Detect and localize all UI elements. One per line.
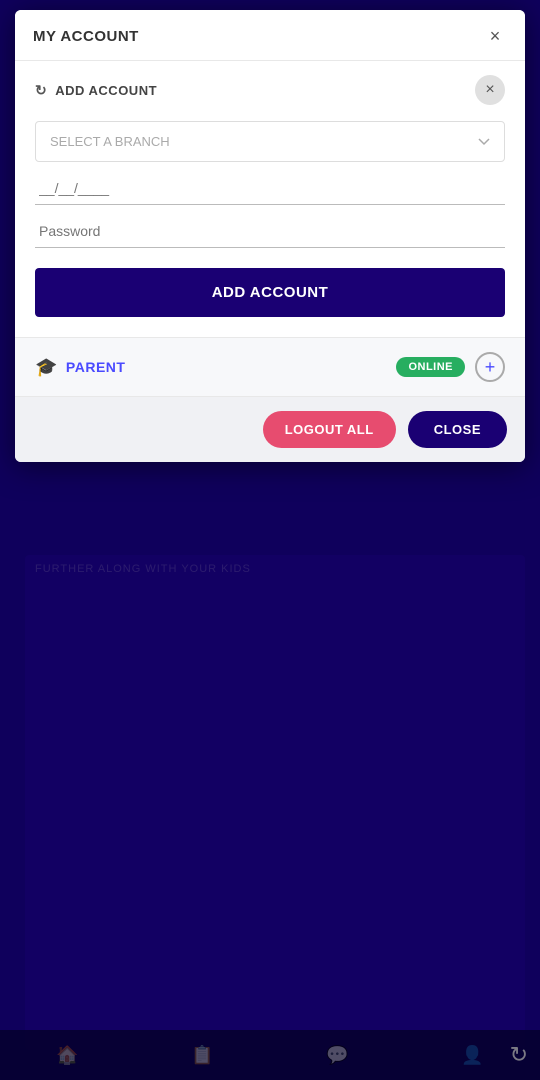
add-account-text: ADD ACCOUNT (55, 83, 157, 98)
add-account-header: ↻ ADD ACCOUNT × (35, 75, 505, 105)
logout-all-button[interactable]: LOGOUT ALL (263, 411, 396, 448)
graduation-cap-icon: 🎓 (35, 357, 58, 378)
close-modal-button[interactable]: CLOSE (408, 411, 507, 448)
add-child-account-button[interactable]: + (475, 352, 505, 382)
add-account-section: ↻ ADD ACCOUNT × SELECT A BRANCH ADD ACCO… (15, 61, 525, 338)
modal-body: ↻ ADD ACCOUNT × SELECT A BRANCH ADD ACCO… (15, 61, 525, 397)
my-account-modal: MY ACCOUNT × ↻ ADD ACCOUNT × SELECT A BR… (15, 10, 525, 462)
modal-title: MY ACCOUNT (33, 28, 139, 45)
modal-footer: LOGOUT ALL CLOSE (15, 397, 525, 462)
password-input[interactable] (35, 215, 505, 248)
modal-overlay: MY ACCOUNT × ↻ ADD ACCOUNT × SELECT A BR… (0, 0, 540, 1080)
account-name: 🎓 PARENT (35, 357, 125, 378)
account-name-label: PARENT (66, 359, 126, 375)
refresh-icon: ↻ (35, 82, 47, 99)
add-account-label: ↻ ADD ACCOUNT (35, 82, 157, 99)
collapse-add-account-button[interactable]: × (475, 75, 505, 105)
modal-header: MY ACCOUNT × (15, 10, 525, 61)
branch-select[interactable]: SELECT A BRANCH (35, 121, 505, 162)
add-account-button[interactable]: ADD ACCOUNT (35, 268, 505, 317)
account-row: 🎓 PARENT ONLINE + (15, 338, 525, 397)
online-status-badge: ONLINE (396, 357, 465, 377)
account-actions: ONLINE + (396, 352, 505, 382)
modal-close-x-button[interactable]: × (483, 24, 507, 48)
date-input[interactable] (35, 172, 505, 205)
